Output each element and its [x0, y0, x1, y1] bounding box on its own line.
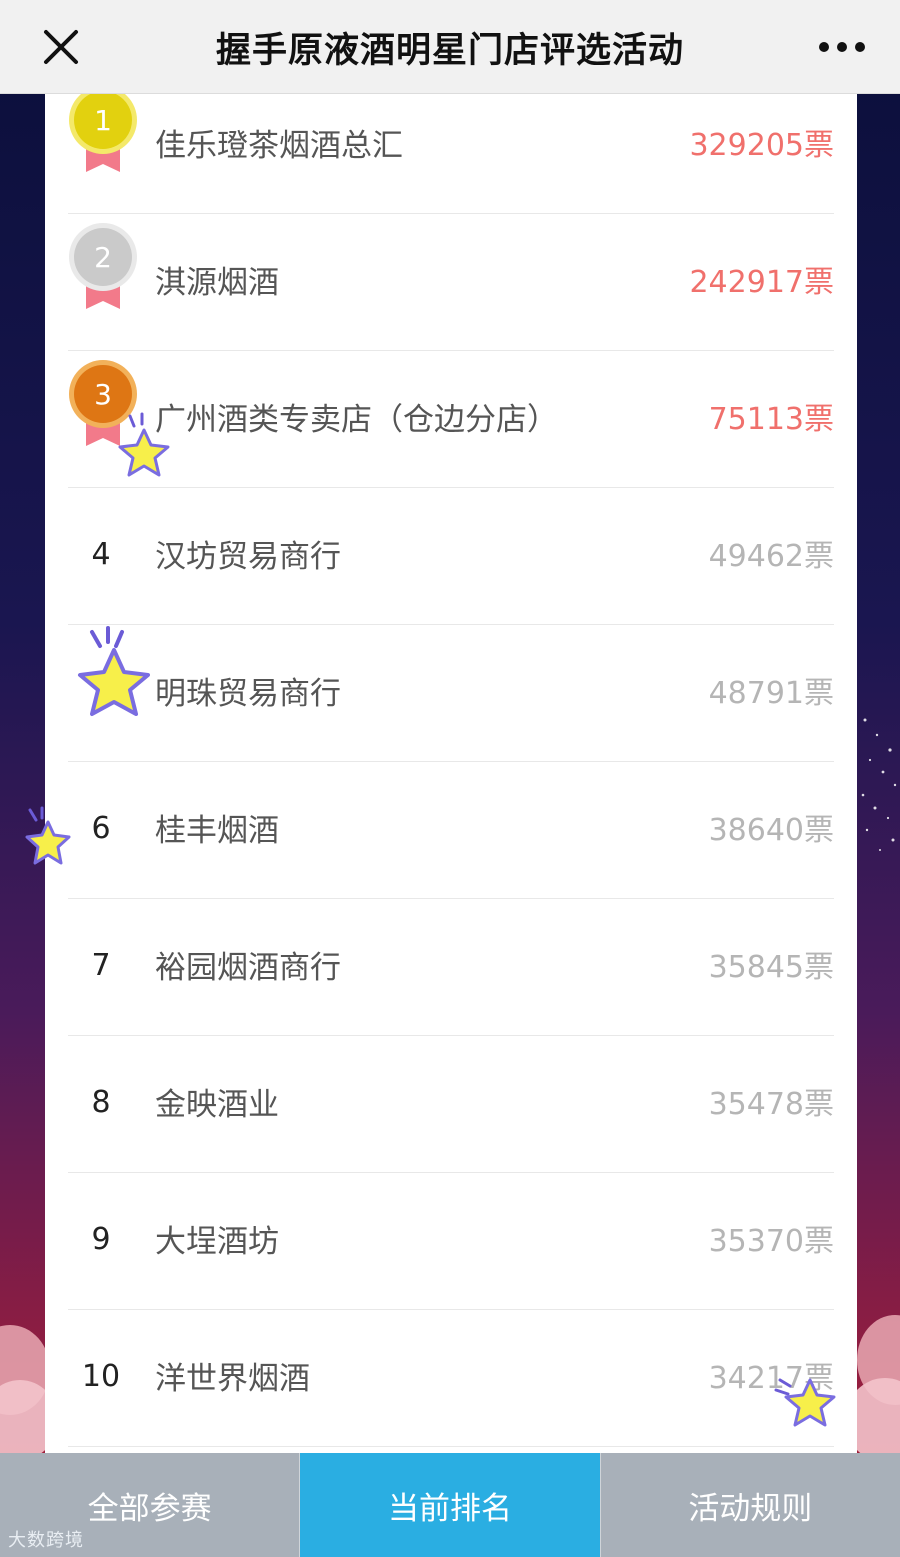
star-icon	[78, 626, 150, 716]
ranking-row[interactable]: 1 佳乐璒茶烟酒总汇 329205票	[68, 93, 834, 214]
sparkles-decoration	[861, 718, 897, 851]
gold-medal-icon: 1	[69, 93, 137, 172]
top-navigation-bar: 握手原液酒明星门店评选活动	[0, 0, 900, 94]
ranking-row[interactable]: 10 洋世界烟酒 34217票	[68, 1309, 834, 1447]
vote-count: 38640票	[708, 813, 834, 848]
watermark-text: 大数跨境	[8, 1530, 84, 1551]
ranking-row[interactable]: 8 金映酒业 35478票	[68, 1035, 834, 1173]
ranking-row[interactable]: 4 汉坊贸易商行 49462票	[68, 487, 834, 625]
ranking-row[interactable]: 3 广州酒类专卖店（仓边分店） 75113票	[68, 350, 834, 488]
tab-current-ranking[interactable]: 当前排名	[300, 1453, 601, 1557]
rank-number: 7	[91, 948, 111, 983]
rank-number: 9	[91, 1222, 111, 1257]
svg-text:1: 1	[94, 104, 112, 137]
bottom-tab-bar: 全部参赛 当前排名 活动规则	[0, 1453, 900, 1557]
close-icon[interactable]	[38, 24, 84, 70]
star-icon	[118, 412, 170, 477]
store-name: 淇源烟酒	[155, 265, 279, 301]
ranking-list: 1 佳乐璒茶烟酒总汇 329205票 2 淇源烟酒 242917票 3 广州酒类…	[45, 93, 857, 1453]
store-name: 广州酒类专卖店（仓边分店）	[155, 402, 558, 438]
vote-count: 329205票	[689, 128, 834, 163]
store-name: 大埕酒坊	[155, 1224, 279, 1260]
rank-number: 10	[81, 1359, 121, 1394]
vote-count: 49462票	[708, 539, 834, 574]
ranking-row[interactable]: 2 淇源烟酒 242917票	[68, 213, 834, 351]
star-icon	[774, 1378, 836, 1427]
watermark: 大数跨境	[8, 1526, 84, 1552]
page-title: 握手原液酒明星门店评选活动	[215, 31, 684, 71]
vote-count: 75113票	[708, 402, 834, 437]
star-icon	[25, 806, 71, 865]
store-name: 桂丰烟酒	[155, 813, 279, 849]
vote-count: 35478票	[708, 1087, 834, 1122]
cloud-decoration-right	[855, 1315, 900, 1460]
ranking-row[interactable]: 7 裕园烟酒商行 35845票	[68, 898, 834, 1036]
vote-count: 35845票	[708, 950, 834, 985]
store-name: 明珠贸易商行	[155, 676, 341, 712]
svg-text:3: 3	[94, 378, 112, 411]
rank-number: 4	[91, 537, 111, 572]
store-name: 金映酒业	[155, 1087, 279, 1123]
ranking-row[interactable]: 9 大埕酒坊 35370票	[68, 1172, 834, 1310]
vote-count: 35370票	[708, 1224, 834, 1259]
rank-number: 8	[91, 1085, 111, 1120]
vote-count: 242917票	[689, 265, 834, 300]
silver-medal-icon: 2	[69, 223, 137, 309]
cloud-decoration-left	[0, 1325, 45, 1460]
more-dots-icon[interactable]	[818, 38, 866, 56]
tab-activity-rules[interactable]: 活动规则	[600, 1453, 900, 1557]
store-name: 汉坊贸易商行	[155, 539, 341, 575]
store-name: 裕园烟酒商行	[155, 950, 341, 986]
ranking-row[interactable]: 明珠贸易商行 48791票	[68, 624, 834, 762]
store-name: 佳乐璒茶烟酒总汇	[155, 128, 403, 164]
ranking-row[interactable]: 6 桂丰烟酒 38640票	[68, 761, 834, 899]
store-name: 洋世界烟酒	[155, 1361, 310, 1397]
svg-text:2: 2	[94, 241, 112, 274]
vote-count: 48791票	[708, 676, 834, 711]
